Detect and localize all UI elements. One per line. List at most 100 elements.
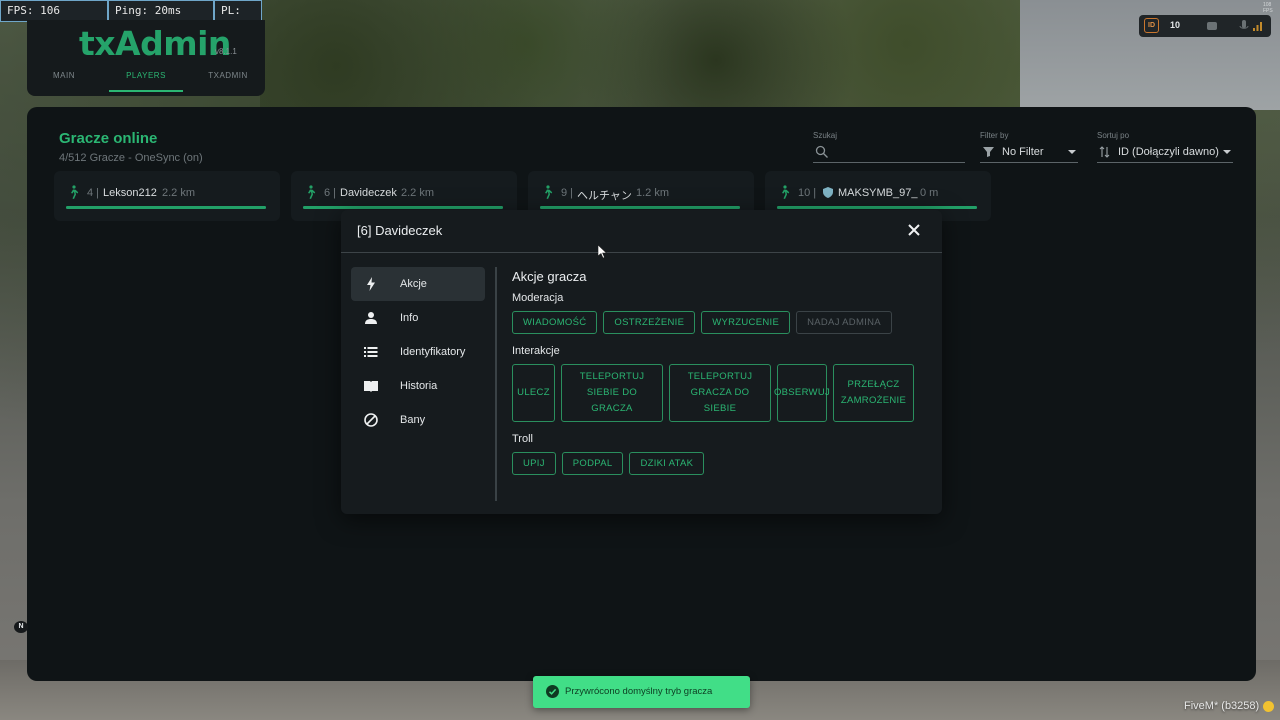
chevron-down-icon [1068,150,1076,154]
sidebar-item-historia[interactable]: Historia [351,369,485,403]
player-name: Lekson212 [103,187,157,199]
filter-select[interactable]: No Filter [980,144,1078,163]
player-id: 4 | [87,187,100,199]
toggle-freeze-button[interactable]: PRZEŁĄCZ ZAMROŻENIE [833,364,914,422]
fps-readout: FPS: 106 [0,0,108,22]
fivem-version: FiveM* (b3258) [1184,700,1260,712]
player-name: Davideczek [340,187,397,199]
interaction-buttons: ULECZ TELEPORTUJ SIEBIE DO GRACZA TELEPO… [512,364,932,422]
net-debug-bar: FPS: 106 Ping: 20ms PL: 1% [0,0,262,37]
modal-title: [6] Davideczek [357,223,443,238]
walking-person-icon [545,185,553,199]
sidebar-item-label: Identyfikatory [400,346,466,358]
health-bar-fill [777,206,977,209]
sidebar-item-label: Akcje [400,278,427,290]
actions-title: Akcje gracza [512,269,587,284]
player-distance: 1.2 km [636,187,670,199]
player-count-subtitle: 4/512 Gracze - OneSync (on) [59,152,203,164]
online-count: 10 [1170,20,1181,30]
filter-label: Filter by [980,131,1009,140]
player-modal: [6] Davideczek Akcje Info Identyfikatory… [341,210,942,514]
txadmin-version: v8.1.1 [215,47,237,56]
list-icon [364,347,378,357]
health-bar-fill [66,206,266,209]
txadmin-header: txAdmin v8.1.1 MAIN PLAYERS TXADMIN [27,20,265,96]
set-fire-button[interactable]: PODPAL [561,452,624,475]
ban-icon [364,413,378,427]
mouse-cursor-icon [598,245,608,259]
emoji-icon [1263,701,1274,712]
spectate-button[interactable]: OBSERWUJ [774,364,830,422]
success-toast: Przywrócono domyślny tryb gracza [533,676,750,708]
filter-icon [983,147,994,157]
modal-sidebar: Akcje Info Identyfikatory Historia Bany [351,267,485,437]
kick-button[interactable]: WYRZUCENIE [701,311,791,334]
sort-select[interactable]: ID (Dołączyli dawno) [1097,144,1233,163]
player-id: 6 | [324,187,337,199]
book-icon [364,381,378,392]
health-bar [540,206,740,209]
warn-button[interactable]: OSTRZEŻENIE [603,311,696,334]
troll-buttons: UPIJ PODPAL DZIKI ATAK [512,452,932,475]
health-bar [303,206,503,209]
toast-message: Przywrócono domyślny tryb gracza [565,686,713,697]
actions-content: Akcje gracza Moderacja WIADOMOŚĆ OSTRZEŻ… [512,267,932,475]
player-card[interactable]: 4 | Lekson212 2.2 km [54,171,280,221]
ping-readout: Ping: 20ms [108,0,214,22]
wild-attack-button[interactable]: DZIKI ATAK [629,452,705,475]
give-admin-button: NADAJ ADMINA [796,311,892,334]
moderation-label: Moderacja [512,292,564,304]
check-circle-icon [546,685,559,698]
shield-icon [823,187,833,198]
packet-loss-readout: PL: 1% [214,0,262,37]
fps-tag: 108 FPS [1263,2,1273,14]
person-icon [365,312,377,324]
health-bar [66,206,266,209]
player-distance: 0 m [920,187,939,199]
player-name: MAKSYMB_97_ [838,187,918,199]
game-background-trees [260,0,1020,110]
mic-icon [1239,20,1249,29]
compass-north: N [14,621,28,633]
interaction-label: Interakcje [512,345,560,357]
walking-person-icon [71,185,79,199]
bolt-icon [367,277,375,291]
search-input[interactable] [813,144,965,163]
walking-person-icon [782,185,790,199]
filter-value: No Filter [1002,146,1044,158]
player-name: ヘルチャン [577,189,632,202]
teleport-to-player-button[interactable]: TELEPORTUJ SIEBIE DO GRACZA [561,364,663,422]
bring-player-button[interactable]: TELEPORTUJ GRACZA DO SIEBIE [669,364,771,422]
player-id: 10 | [798,187,817,199]
sidebar-item-bany[interactable]: Bany [351,403,485,437]
player-distance: 2.2 km [401,187,435,199]
player-id: 9 | [561,187,574,199]
sidebar-item-label: Info [400,312,419,324]
search-icon [815,145,828,158]
voice-icon [1207,22,1217,30]
tab-players[interactable]: PLAYERS [109,68,183,92]
close-icon[interactable] [906,222,922,238]
sidebar-item-akcje[interactable]: Akcje [351,267,485,301]
heal-button[interactable]: ULECZ [512,364,555,422]
tab-main[interactable]: MAIN [27,68,101,92]
txadmin-nav: MAIN PLAYERS TXADMIN [27,68,265,92]
page-title: Gracze online [59,130,158,147]
health-bar [777,206,977,209]
health-bar-fill [303,206,503,209]
tab-txadmin[interactable]: TXADMIN [191,68,265,92]
sort-icon [1099,146,1110,158]
moderation-buttons: WIADOMOŚĆ OSTRZEŻENIE WYRZUCENIE NADAJ A… [512,311,932,334]
id-badge: ID [1144,18,1159,33]
message-button[interactable]: WIADOMOŚĆ [512,311,598,334]
troll-label: Troll [512,433,533,445]
txadmin-logo: txAdmin [79,24,231,63]
player-hud: ID 10 [1139,15,1271,37]
search-label: Szukaj [813,131,838,140]
sidebar-item-info[interactable]: Info [351,301,485,335]
sidebar-item-identyfikatory[interactable]: Identyfikatory [351,335,485,369]
player-distance: 2.2 km [162,187,196,199]
modal-divider [341,252,942,253]
sidebar-divider [495,267,497,501]
drunk-button[interactable]: UPIJ [512,452,556,475]
